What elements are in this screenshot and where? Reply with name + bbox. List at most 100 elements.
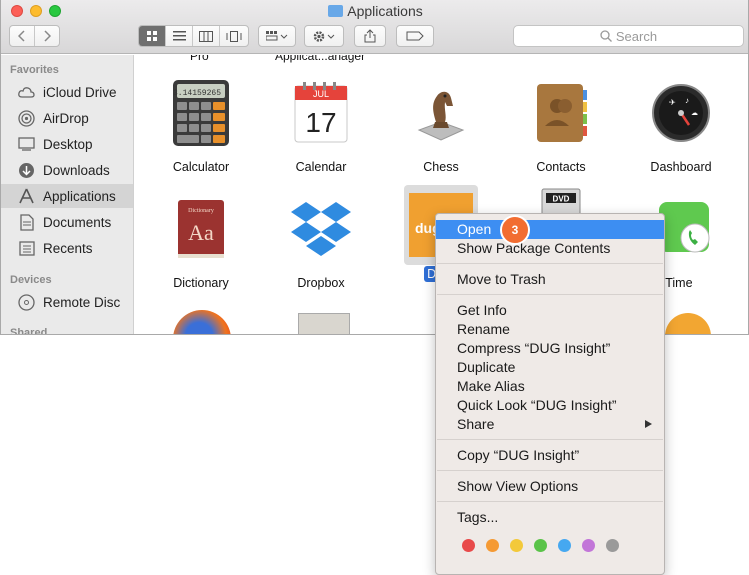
app-label: Calendar [295,160,347,174]
app-item-calculator[interactable]: 3.14159265 Calculator [141,78,261,174]
arrange-button[interactable] [258,25,296,47]
menu-item-duplicate[interactable]: Duplicate [436,358,664,377]
sidebar-section-shared: Shared [10,327,48,335]
sidebar-item-icloud-drive[interactable]: iCloud Drive [1,80,133,104]
dropbox-icon [286,194,356,264]
menu-item-tags[interactable]: Tags... [436,508,664,527]
sidebar-section-devices: Devices [10,274,52,286]
ibooks-icon[interactable] [665,313,711,334]
app-label: Contacts [536,160,586,174]
action-button[interactable] [304,25,344,47]
applications-icon [18,188,35,205]
app-item-dashboard[interactable]: ✈ ♪ ☁ Dashboard [621,78,741,174]
app-item-contacts[interactable]: Contacts [501,78,621,174]
chevron-left-icon [17,30,25,42]
sidebar-item-remote-disc[interactable]: Remote Disc [1,290,133,314]
menu-item-share[interactable]: Share [436,415,664,434]
app-item-dictionary[interactable]: Dictionary Aa Dictionary [141,194,261,290]
menu-item-show-view-options[interactable]: Show View Options [436,477,664,496]
dictionary-small-text: Dictionary [188,208,214,214]
desktop-icon [18,136,35,153]
firefox-icon[interactable] [173,310,231,334]
sidebar-section-favorites: Favorites [10,64,59,76]
icon-view-button[interactable] [139,26,166,46]
sidebar-item-airdrop[interactable]: AirDrop [1,106,133,130]
tag-icon [406,31,424,41]
search-placeholder: Search [615,28,658,44]
font-book-icon[interactable] [298,313,350,334]
chevron-right-icon [44,30,51,42]
app-label: Dashboard [650,160,712,174]
tag-red[interactable] [462,539,475,552]
share-icon [364,29,376,43]
menu-separator [437,263,663,264]
tag-purple[interactable] [582,539,595,552]
tag-green[interactable] [534,539,547,552]
contacts-icon [526,78,596,148]
sidebar-item-downloads[interactable]: Downloads [1,158,133,182]
context-menu: Open Show Package Contents Move to Trash… [435,213,665,575]
dictionary-aa-text: Aa [188,220,214,245]
airdrop-icon [18,109,35,127]
menu-separator [437,439,663,440]
app-item-dropbox[interactable]: Dropbox [261,194,381,290]
app-label-partial: Applicat...anager [275,55,366,63]
svg-text:♪: ♪ [685,96,689,105]
menu-item-compress[interactable]: Compress “DUG Insight” [436,339,664,358]
edit-tags-button[interactable] [396,25,434,47]
step-callout-badge: 3 [500,215,530,245]
sidebar-item-applications[interactable]: Applications [1,184,133,208]
tag-blue[interactable] [558,539,571,552]
calendar-day: 17 [305,107,336,138]
calendar-month: JUL [313,89,329,99]
tag-gray[interactable] [606,539,619,552]
menu-item-make-alias[interactable]: Make Alias [436,377,664,396]
cloud-icon [18,84,35,101]
menu-separator [437,294,663,295]
submenu-arrow-icon [645,420,652,428]
svg-text:☁: ☁ [691,110,698,117]
tag-orange[interactable] [486,539,499,552]
calculator-icon: 3.14159265 [166,78,236,148]
tag-yellow[interactable] [510,539,523,552]
documents-icon [18,213,35,231]
app-item-chess[interactable]: Chess [381,78,501,174]
search-icon [600,30,612,42]
calendar-icon: JUL 17 [286,78,356,148]
list-view-button[interactable] [166,26,193,46]
downloads-icon [18,162,35,179]
forward-button[interactable] [35,26,59,46]
folder-icon [328,5,344,17]
cover-flow-button[interactable] [220,26,247,46]
cover-flow-icon [226,30,241,42]
menu-item-rename[interactable]: Rename [436,320,664,339]
share-button[interactable] [354,25,386,47]
app-item-calendar[interactable]: JUL 17 Calendar [261,78,381,174]
app-label: Dictionary [173,276,229,290]
chess-icon [406,78,476,148]
sidebar: Favorites iCloud Drive AirDrop Desktop D… [1,55,134,335]
menu-item-move-to-trash[interactable]: Move to Trash [436,270,664,289]
app-label: Dropbox [297,276,345,290]
app-label: Calculator [172,160,230,174]
menu-item-get-info[interactable]: Get Info [436,301,664,320]
menu-item-quick-look[interactable]: Quick Look “DUG Insight” [436,396,664,415]
search-field[interactable]: Search [513,25,744,47]
back-button[interactable] [10,26,35,46]
svg-text:✈: ✈ [669,98,676,107]
menu-item-copy[interactable]: Copy “DUG Insight” [436,446,664,465]
menu-separator [437,501,663,502]
menu-separator [437,470,663,471]
view-mode-control [138,25,249,47]
column-view-button[interactable] [193,26,220,46]
sidebar-item-documents[interactable]: Documents [1,210,133,234]
dvd-text: DVD [553,195,570,204]
sidebar-item-recents[interactable]: Recents [1,236,133,260]
list-icon [172,31,186,41]
calculator-display: 3.14159265 [173,89,221,98]
sidebar-item-desktop[interactable]: Desktop [1,132,133,156]
menu-item-show-package-contents[interactable]: Show Package Contents [436,239,664,258]
grid-icon [146,30,157,41]
columns-icon [199,30,213,42]
menu-item-open[interactable]: Open [436,220,664,239]
